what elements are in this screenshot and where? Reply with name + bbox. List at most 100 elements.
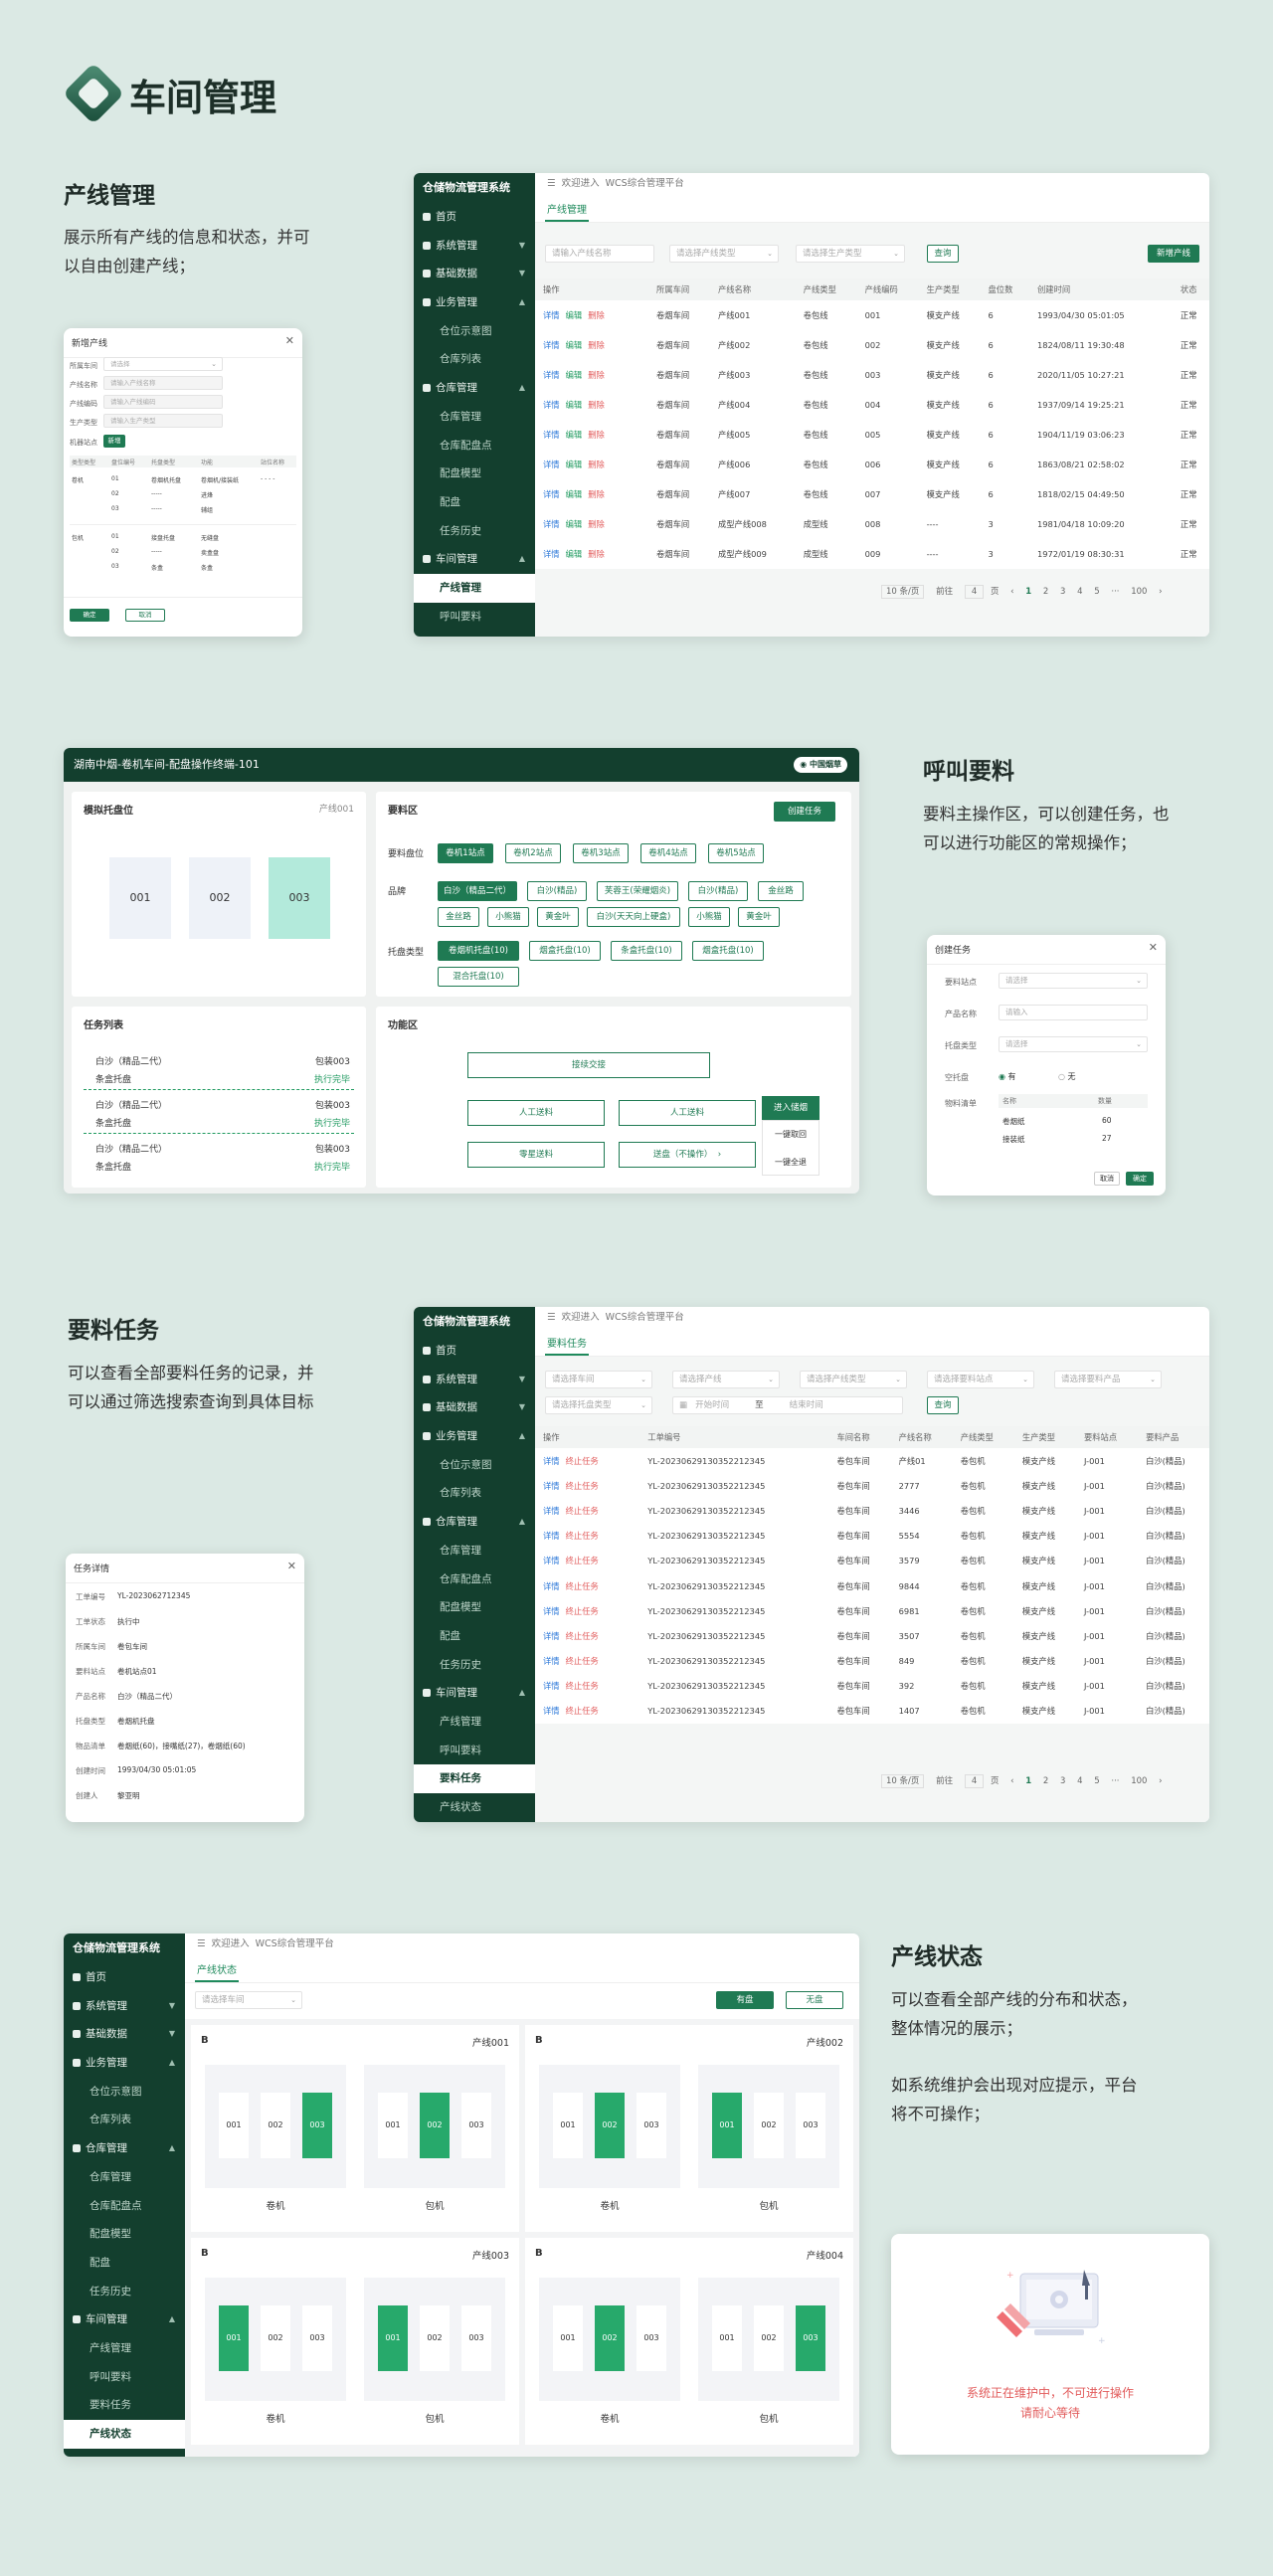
line-filter[interactable]: 请选择产线 ⌄: [672, 1371, 780, 1388]
detail-link[interactable]: 详情: [543, 310, 560, 320]
detail-link[interactable]: 详情: [543, 1481, 560, 1491]
detail-link[interactable]: 详情: [543, 1556, 560, 1565]
workshop-select[interactable]: 请选择车间 ⌄: [195, 1991, 302, 2009]
prev-page-icon[interactable]: ‹: [1010, 1776, 1013, 1786]
slot-empty[interactable]: 001: [378, 2093, 408, 2158]
page-ellipsis[interactable]: ···: [1111, 1776, 1119, 1786]
create-task-button[interactable]: 创建任务: [774, 802, 835, 822]
brand-option[interactable]: 黄金叶: [537, 907, 579, 927]
close-icon[interactable]: ✕: [285, 334, 294, 347]
manual-feed-button[interactable]: 人工送料: [467, 1100, 605, 1126]
sidebar-item-task-hist[interactable]: 任务历史: [64, 2278, 185, 2306]
sidebar-item-line-mgmt[interactable]: 产线管理: [64, 2334, 185, 2363]
sidebar-item-business[interactable]: 业务管理 ▲: [414, 288, 535, 317]
delete-link[interactable]: 删除: [588, 460, 605, 469]
edit-link[interactable]: 编辑: [566, 519, 583, 529]
sidebar-item-wh-mgmt[interactable]: 仓库管理: [414, 1537, 535, 1565]
sidebar-item-home[interactable]: 首页: [414, 203, 535, 232]
sidebar-item-workshop[interactable]: 车间管理 ▲: [414, 545, 535, 574]
terminate-link[interactable]: 终止任务: [566, 1606, 599, 1616]
detail-link[interactable]: 详情: [543, 1506, 560, 1516]
delete-link[interactable]: 删除: [588, 489, 605, 499]
radio-yes[interactable]: ◉ 有: [999, 1071, 1016, 1082]
tray-option[interactable]: 卷烟机托盘(10): [438, 941, 519, 961]
sidebar-item-task-hist[interactable]: 任务历史: [414, 517, 535, 546]
sidebar-item-wh-mgmt[interactable]: 仓库管理: [64, 2163, 185, 2192]
detail-link[interactable]: 详情: [543, 460, 560, 469]
line-status-card[interactable]: B 产线004 001 002 003 卷机 001 002 003 包机: [525, 2238, 853, 2445]
terminate-link[interactable]: 终止任务: [566, 1681, 599, 1691]
detail-link[interactable]: 详情: [543, 1656, 560, 1666]
sidebar-item-loc-map[interactable]: 仓位示意图: [414, 1451, 535, 1480]
brand-option[interactable]: 金丝路: [758, 881, 804, 901]
line-status-card[interactable]: B 产线002 001 002 003 卷机 001 002 003 包机: [525, 2025, 853, 2232]
sidebar-item-wh-point[interactable]: 仓库配盘点: [414, 432, 535, 460]
tab-material-task[interactable]: 要料任务: [545, 1333, 589, 1356]
page-2[interactable]: 2: [1043, 1776, 1048, 1786]
detail-link[interactable]: 详情: [543, 1531, 560, 1541]
detail-link[interactable]: 详情: [543, 340, 560, 350]
slot-occupied[interactable]: 002: [595, 2305, 625, 2371]
tray-option[interactable]: 条盒托盘(10): [611, 941, 682, 961]
detail-link[interactable]: 详情: [543, 370, 560, 380]
page-1[interactable]: 1: [1025, 1776, 1031, 1786]
brand-option[interactable]: 小熊猫: [688, 907, 730, 927]
sidebar-item-workshop[interactable]: 车间管理 ▲: [414, 1679, 535, 1708]
delete-link[interactable]: 删除: [588, 430, 605, 440]
line-type-filter[interactable]: 请选择产线类型 ⌄: [800, 1371, 907, 1388]
tab-line-mgmt[interactable]: 产线管理: [545, 199, 589, 222]
sidebar-item-business[interactable]: 业务管理 ▲: [414, 1422, 535, 1451]
delete-link[interactable]: 删除: [588, 549, 605, 559]
task-list-item[interactable]: 白沙（精品二代） 包装003 条盒托盘 执行完毕: [84, 1050, 354, 1090]
terminate-link[interactable]: 终止任务: [566, 1456, 599, 1466]
page-1[interactable]: 1: [1025, 587, 1031, 597]
sidebar-item-line-mgmt[interactable]: 产线管理: [414, 1708, 535, 1737]
sidebar-item-loc-list[interactable]: 仓库列表: [414, 345, 535, 374]
type-input[interactable]: 请输入生产类型: [103, 414, 223, 428]
sidebar-item-system[interactable]: 系统管理 ▼: [64, 1992, 185, 2021]
tray-select[interactable]: 请选择 ⌄: [999, 1036, 1148, 1052]
site-select[interactable]: 请选择 ⌄: [999, 973, 1148, 989]
slot-empty[interactable]: 003: [302, 2305, 332, 2371]
page-3[interactable]: 3: [1060, 587, 1065, 597]
query-button[interactable]: 查询: [927, 245, 959, 263]
delete-link[interactable]: 删除: [588, 310, 605, 320]
site-option[interactable]: 卷机3站点: [573, 843, 629, 863]
edit-link[interactable]: 编辑: [566, 370, 583, 380]
sidebar-item-task-hist[interactable]: 任务历史: [414, 1651, 535, 1680]
sidebar-item-pan[interactable]: 配盘: [64, 2249, 185, 2278]
delete-link[interactable]: 删除: [588, 400, 605, 410]
sidebar-item-material-task[interactable]: 要料任务: [64, 2391, 185, 2420]
sidebar-item-call[interactable]: 呼叫要料: [414, 603, 535, 632]
tray-option[interactable]: 烟盒托盘(10): [692, 941, 764, 961]
sidebar-item-loc-list[interactable]: 仓库列表: [64, 2106, 185, 2134]
terminate-link[interactable]: 终止任务: [566, 1706, 599, 1716]
name-input[interactable]: 请输入产线名称: [103, 376, 223, 390]
menu-item[interactable]: 一键取回: [763, 1121, 818, 1149]
confirm-button[interactable]: 确定: [70, 609, 109, 622]
slot-occupied[interactable]: 003: [302, 2093, 332, 2158]
no-tray-button[interactable]: 无盘: [786, 1991, 843, 2009]
page-ellipsis[interactable]: ···: [1111, 587, 1119, 597]
slot-occupied[interactable]: 001: [712, 2093, 742, 2158]
handover-button[interactable]: 接续交接: [467, 1052, 710, 1078]
terminate-link[interactable]: 终止任务: [566, 1506, 599, 1516]
goto-input[interactable]: 4: [964, 585, 985, 599]
workshop-filter[interactable]: 请选择车间 ⌄: [545, 1371, 652, 1388]
terminate-link[interactable]: 终止任务: [566, 1531, 599, 1541]
edit-link[interactable]: 编辑: [566, 310, 583, 320]
edit-link[interactable]: 编辑: [566, 430, 583, 440]
tray-option[interactable]: 混合托盘(10): [438, 967, 519, 987]
sidebar-item-system[interactable]: 系统管理 ▼: [414, 1366, 535, 1394]
sidebar-item-call[interactable]: 呼叫要料: [414, 1737, 535, 1765]
slot-empty[interactable]: 003: [461, 2093, 491, 2158]
sidebar-item-workshop[interactable]: 车间管理 ▲: [64, 2305, 185, 2334]
site-option[interactable]: 卷机4站点: [640, 843, 696, 863]
tray-type-filter[interactable]: 请选择托盘类型 ⌄: [545, 1396, 652, 1414]
cancel-button[interactable]: 取消: [125, 609, 165, 622]
sidebar-item-wh-point[interactable]: 仓库配盘点: [64, 2192, 185, 2221]
terminate-link[interactable]: 终止任务: [566, 1481, 599, 1491]
close-icon[interactable]: ✕: [287, 1560, 296, 1572]
code-input[interactable]: 请输入产线编码: [103, 395, 223, 409]
confirm-button[interactable]: 确定: [1126, 1172, 1154, 1186]
